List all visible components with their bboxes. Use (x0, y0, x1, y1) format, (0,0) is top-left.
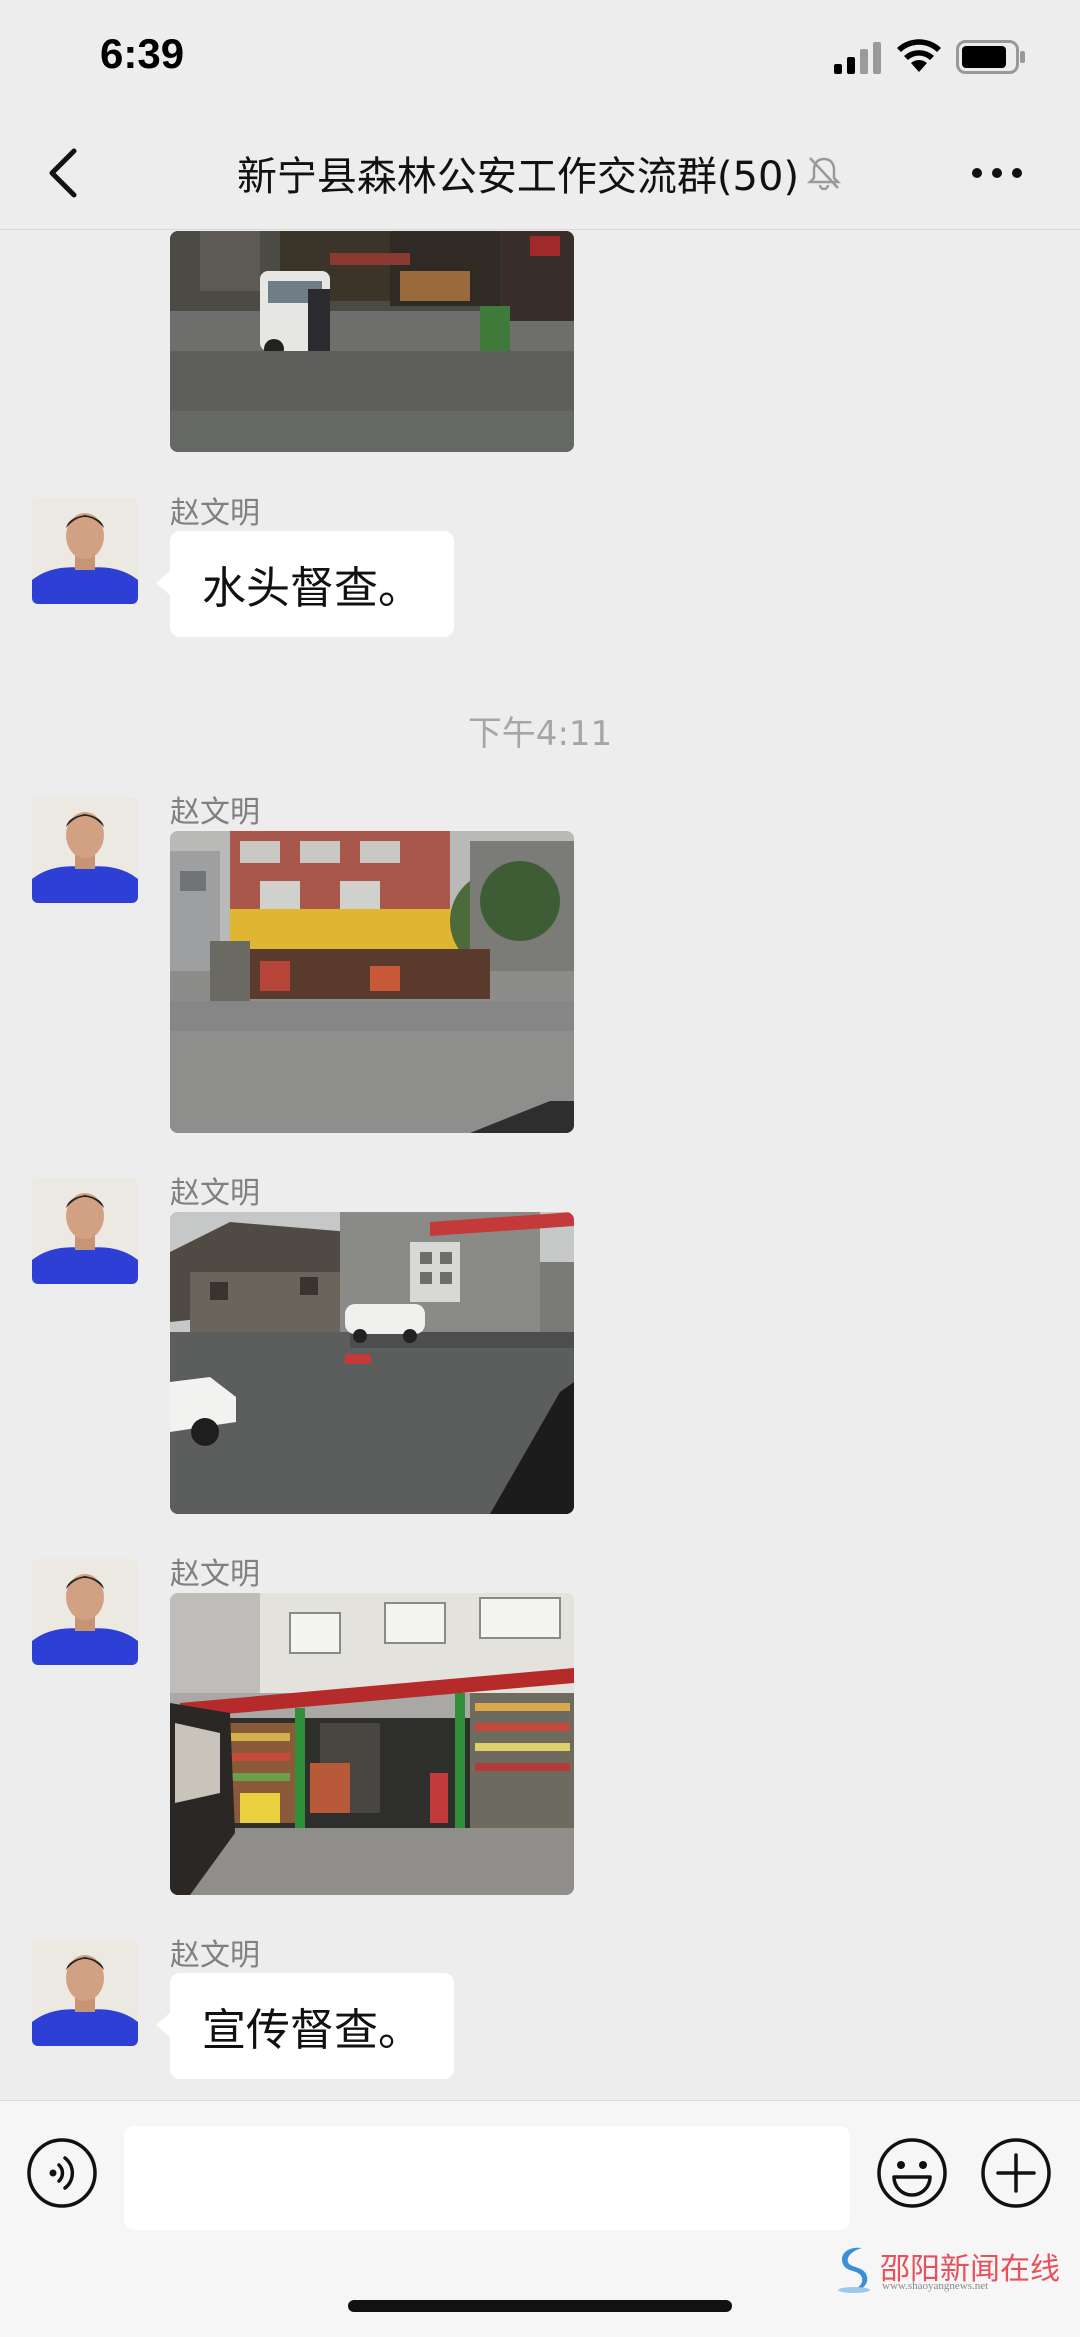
sender-name: 赵文明 (170, 1557, 260, 1592)
message-image-street-rain[interactable] (170, 231, 574, 452)
message-bubble[interactable]: 宣传督查。 (156, 1973, 454, 2079)
avatar-photo (32, 1559, 138, 1665)
chat-message-list[interactable]: 赵文明 水头督查。 下午4:11 赵文明 赵文明 赵文明 赵文明 宣传督查。 (0, 231, 1080, 2099)
avatar-photo (32, 1178, 138, 1284)
watermark-url: www.shaoyangnews.net (882, 2280, 989, 2292)
message-bubble[interactable]: 水头督查。 (156, 531, 454, 637)
sender-name: 赵文明 (170, 795, 260, 830)
watermark: 邵阳新闻在线 www.shaoyangnews.net (834, 2244, 1060, 2294)
sender-name: 赵文明 (170, 1176, 260, 1211)
status-bar: 6:39 (0, 0, 1080, 115)
avatar[interactable] (32, 498, 138, 604)
timestamp: 下午4:11 (467, 714, 613, 754)
photo-supermarket (170, 1593, 574, 1895)
photo-street-car (170, 1212, 574, 1514)
battery-icon (956, 40, 1025, 74)
status-time: 6:39 (100, 30, 185, 77)
signal-icon (834, 42, 881, 74)
sender-name: 赵文明 (170, 1938, 260, 1973)
message-input[interactable] (124, 2126, 850, 2230)
wifi-icon (897, 39, 941, 72)
more-icon[interactable] (970, 163, 1024, 183)
avatar-photo (32, 498, 138, 604)
back-icon[interactable] (44, 145, 84, 201)
mute-bell-icon (807, 157, 842, 191)
plus-icon[interactable] (980, 2137, 1052, 2209)
voice-icon[interactable] (26, 2137, 98, 2209)
chat-title: 新宁县森林公安工作交流群(50) (236, 154, 800, 200)
sender-name: 赵文明 (170, 496, 260, 531)
watermark-logo-icon (838, 2247, 870, 2293)
message-text: 水头督查。 (202, 563, 422, 614)
message-image-street-car[interactable] (170, 1212, 574, 1514)
avatar-photo (32, 1940, 138, 2046)
avatar[interactable] (32, 797, 138, 903)
avatar[interactable] (32, 1940, 138, 2046)
home-indicator[interactable] (348, 2300, 732, 2312)
photo-street-rain (170, 231, 574, 452)
avatar[interactable] (32, 1559, 138, 1665)
emoji-icon[interactable] (876, 2137, 948, 2209)
nav-title-group[interactable]: 新宁县森林公安工作交流群(50) (180, 143, 900, 203)
avatar[interactable] (32, 1178, 138, 1284)
nav-bar: 新宁县森林公安工作交流群(50) (0, 115, 1080, 230)
message-image-storefront[interactable] (170, 831, 574, 1133)
message-text: 宣传督查。 (202, 2005, 422, 2056)
photo-storefront-yellow-sign (170, 831, 574, 1133)
message-image-supermarket[interactable] (170, 1593, 574, 1895)
avatar-photo (32, 797, 138, 903)
